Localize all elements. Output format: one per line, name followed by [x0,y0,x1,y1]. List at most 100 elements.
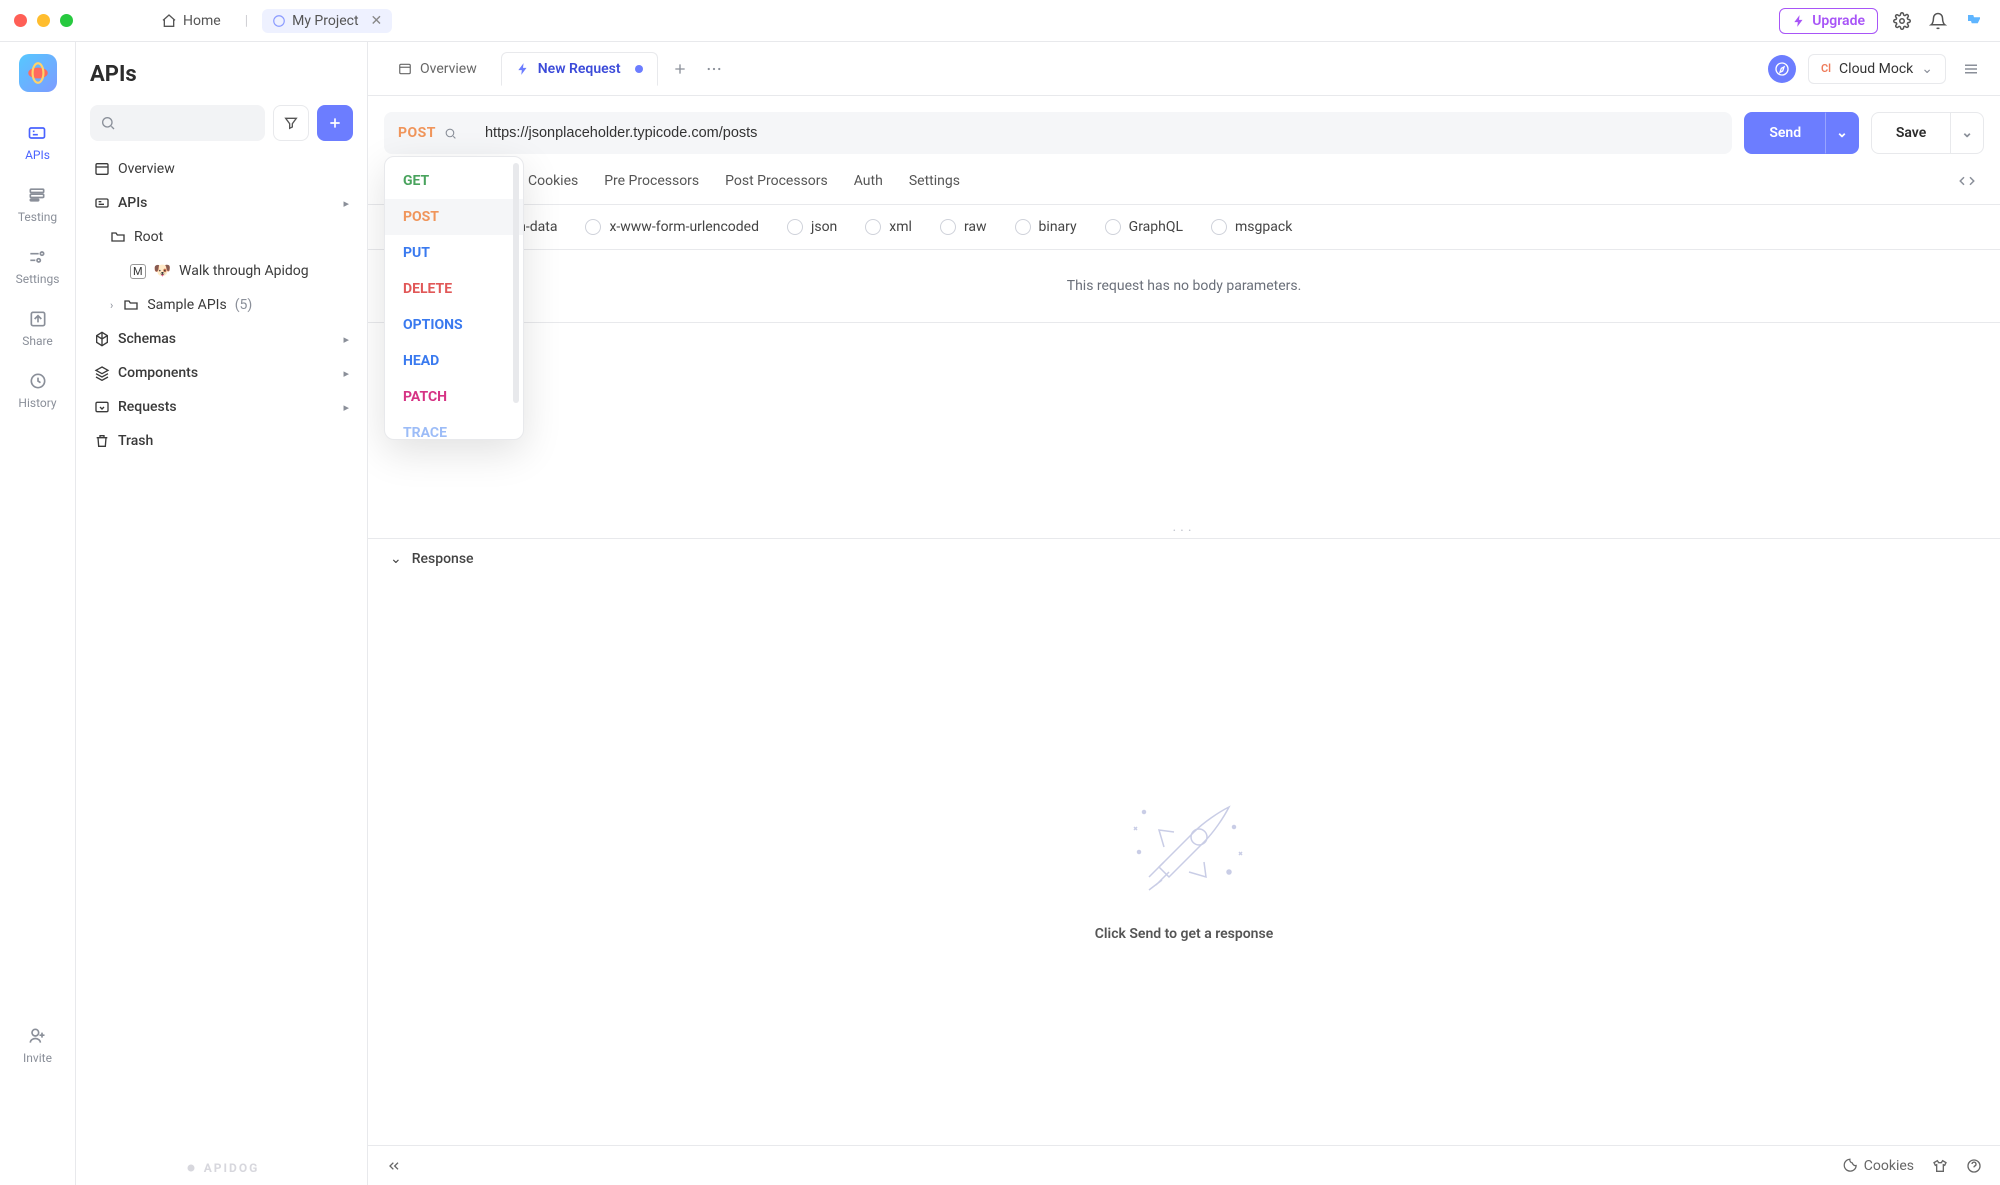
tree-overview[interactable]: Overview [90,155,353,183]
rail-item-history[interactable]: History [18,370,56,410]
url-input[interactable] [471,112,1732,154]
quick-run-button[interactable] [1768,55,1796,83]
tree-label: Trash [118,433,153,449]
tab-post-processors[interactable]: Post Processors [725,173,828,203]
body-type-msgpack[interactable]: msgpack [1211,219,1292,235]
tree-label: APIs [118,195,147,211]
maximize-window-button[interactable] [60,14,73,27]
tab-overview[interactable]: Overview [384,53,491,85]
response-header[interactable]: ⌄ Response [368,539,2000,579]
cookies-button[interactable]: Cookies [1843,1158,1914,1174]
method-option-delete[interactable]: DELETE [385,271,523,307]
save-button[interactable]: Save [1871,112,1951,154]
markdown-icon: M [130,264,146,279]
collapse-button[interactable] [386,1158,402,1174]
notifications-button[interactable] [1926,9,1950,33]
lightning-icon [516,62,530,76]
send-options-button[interactable]: ⌄ [1825,112,1859,154]
method-option-post[interactable]: POST [385,199,523,235]
dropdown-scrollbar[interactable] [513,163,519,403]
help-button[interactable] [1966,1158,1982,1174]
sidebar-title: APIs [90,62,353,87]
method-option-head[interactable]: HEAD [385,343,523,379]
rail-item-invite[interactable]: Invite [23,1025,52,1065]
body-type-xml[interactable]: xml [865,219,912,235]
main-tabs: Overview New Request [368,42,2000,96]
sidebar-search[interactable] [90,105,265,141]
body-type-graphql[interactable]: GraphQL [1105,219,1183,235]
home-label: Home [183,13,221,29]
tree-label: Root [134,229,163,245]
tab-new-request[interactable]: New Request [501,52,658,86]
body-type-raw[interactable]: raw [940,219,987,235]
close-window-button[interactable] [14,14,27,27]
search-icon [100,115,116,131]
tree-label: Schemas [118,331,176,347]
rail-item-settings[interactable]: Settings [16,246,60,286]
body-type-binary[interactable]: binary [1015,219,1077,235]
tab-settings[interactable]: Settings [909,173,960,203]
chevron-down-icon: ⌄ [1961,125,1973,141]
body-type-json[interactable]: json [787,219,837,235]
code-view-button[interactable] [1958,172,1976,204]
method-option-trace[interactable]: TRACE [385,415,523,440]
pane-divider[interactable]: ··· [368,523,2000,539]
caret-icon: ▸ [343,333,349,346]
method-option-patch[interactable]: PATCH [385,379,523,415]
tree-requests[interactable]: Requests ▸ [90,393,353,421]
compass-icon [1774,61,1790,77]
tree-components[interactable]: Components ▸ [90,359,353,387]
settings-gear-button[interactable] [1890,9,1914,33]
folder-icon [110,229,126,245]
app-logo[interactable] [19,54,57,92]
shirt-button[interactable] [1932,1158,1948,1174]
tree-sample[interactable]: › Sample APIs (5) [90,291,353,319]
rail-item-share[interactable]: Share [22,308,53,348]
body-type-xform[interactable]: x-www-form-urlencoded [585,219,759,235]
minimize-window-button[interactable] [37,14,50,27]
titlebar: Home | My Project ✕ Upgrade [0,0,2000,42]
environment-select[interactable]: Cl Cloud Mock ⌄ [1808,54,1946,84]
send-button[interactable]: Send [1744,112,1826,154]
layers-icon [94,365,110,381]
rail-item-testing[interactable]: Testing [18,184,57,224]
tree-schemas[interactable]: Schemas ▸ [90,325,353,353]
view-options-button[interactable] [1958,56,1984,82]
caret-icon: ▸ [343,401,349,414]
filter-button[interactable] [273,105,309,141]
save-options-button[interactable]: ⌄ [1950,112,1984,154]
bookmark-button[interactable] [1962,9,1986,33]
tab-cookies[interactable]: Cookies [528,173,578,203]
rail-item-apis[interactable]: APIs [25,122,50,162]
method-select[interactable]: POST [384,112,471,154]
tab-label: New Request [538,61,621,77]
gear-icon [1893,12,1911,30]
method-option-options[interactable]: OPTIONS [385,307,523,343]
shirt-icon [1932,1158,1948,1174]
tab-auth[interactable]: Auth [854,173,883,203]
tree-walk[interactable]: M 🐶 Walk through Apidog [90,257,353,285]
tree-root[interactable]: Root [90,223,353,251]
nav-rail: APIs Testing Settings Share History [0,42,76,1185]
tree-label: Walk through Apidog [179,263,309,279]
new-tab-button[interactable] [668,57,692,81]
tree-label: Overview [118,161,175,177]
close-project-button[interactable]: ✕ [371,13,383,29]
more-tabs-button[interactable] [702,57,726,81]
add-button[interactable] [317,105,353,141]
home-button[interactable]: Home [151,9,231,33]
method-option-get[interactable]: GET [385,163,523,199]
inbox-icon [94,399,110,415]
response-area: Click Send to get a response [368,579,2000,1145]
upgrade-button[interactable]: Upgrade [1779,8,1878,34]
env-label: Cloud Mock [1839,61,1913,77]
project-chip[interactable]: My Project ✕ [262,9,392,33]
chevron-down-icon: ⌄ [1921,61,1933,77]
lightning-icon [1792,14,1806,28]
upgrade-label: Upgrade [1812,13,1865,29]
method-option-put[interactable]: PUT [385,235,523,271]
tree-trash[interactable]: Trash [90,427,353,455]
tab-pre-processors[interactable]: Pre Processors [604,173,699,203]
tree-label: Components [118,365,198,381]
tree-apis[interactable]: APIs ▸ [90,189,353,217]
